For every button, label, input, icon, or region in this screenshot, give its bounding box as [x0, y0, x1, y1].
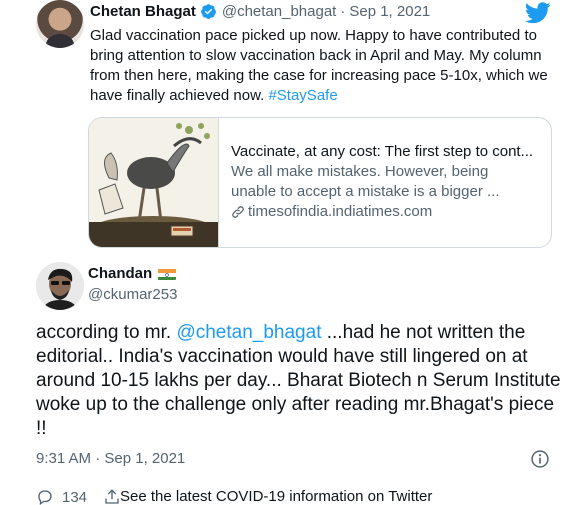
- article-thumbnail[interactable]: [89, 118, 219, 247]
- share-icon[interactable]: [103, 488, 121, 505]
- twitter-bird-icon[interactable]: [525, 2, 551, 24]
- author-handle[interactable]: @ckumar253: [88, 286, 177, 303]
- quoted-author-handle[interactable]: @chetan_bhagat: [222, 3, 337, 20]
- reply-icon: [38, 490, 52, 505]
- tweet-screenshot: Chetan Bhagat @chetan_bhagat · Sep 1, 20…: [0, 0, 564, 505]
- author-name-row: Chandan: [88, 265, 177, 282]
- info-icon[interactable]: [530, 449, 550, 469]
- card-body: Vaccinate, at any cost: The first step t…: [231, 142, 541, 222]
- quoted-tweet-date[interactable]: Sep 1, 2021: [349, 3, 430, 20]
- india-flag-icon: [158, 268, 177, 280]
- quoted-tweet-text: Glad vaccination pace picked up now. Hap…: [90, 26, 560, 106]
- card-domain[interactable]: timesofindia.indiatimes.com: [231, 202, 541, 222]
- quoted-tweet-header: Chetan Bhagat @chetan_bhagat · Sep 1, 20…: [90, 3, 430, 20]
- card-domain-text: timesofindia.indiatimes.com: [248, 203, 433, 220]
- quoted-author-name[interactable]: Chetan Bhagat: [90, 3, 196, 20]
- quoted-author-avatar[interactable]: [36, 0, 84, 48]
- author-avatar[interactable]: [36, 262, 84, 310]
- hashtag-link[interactable]: #StaySafe: [268, 87, 337, 104]
- link-preview-card[interactable]: Vaccinate, at any cost: The first step t…: [88, 117, 552, 248]
- header-separator: ·: [340, 3, 346, 20]
- mention-link[interactable]: @chetan_bhagat: [176, 322, 321, 343]
- author-name[interactable]: Chandan: [88, 265, 152, 282]
- card-description: We all make mistakes. However, being una…: [231, 163, 500, 200]
- tweet-timestamp[interactable]: 9:31 AM · Sep 1, 2021: [36, 450, 185, 467]
- card-title[interactable]: Vaccinate, at any cost: The first step t…: [231, 142, 541, 162]
- tweet-text: according to mr. @chetan_bhagat ...had h…: [36, 321, 564, 441]
- link-icon: [232, 206, 244, 218]
- reply-count: 134: [62, 488, 88, 505]
- reply-action[interactable]: 134: [36, 488, 121, 505]
- covid-info-link[interactable]: See the latest COVID-19 information on T…: [120, 488, 432, 505]
- verified-badge-icon: [200, 3, 217, 20]
- bottom-action-bar: 134 See the latest COVID-19 information …: [0, 488, 564, 505]
- tweet-text-start: according to mr.: [36, 322, 177, 343]
